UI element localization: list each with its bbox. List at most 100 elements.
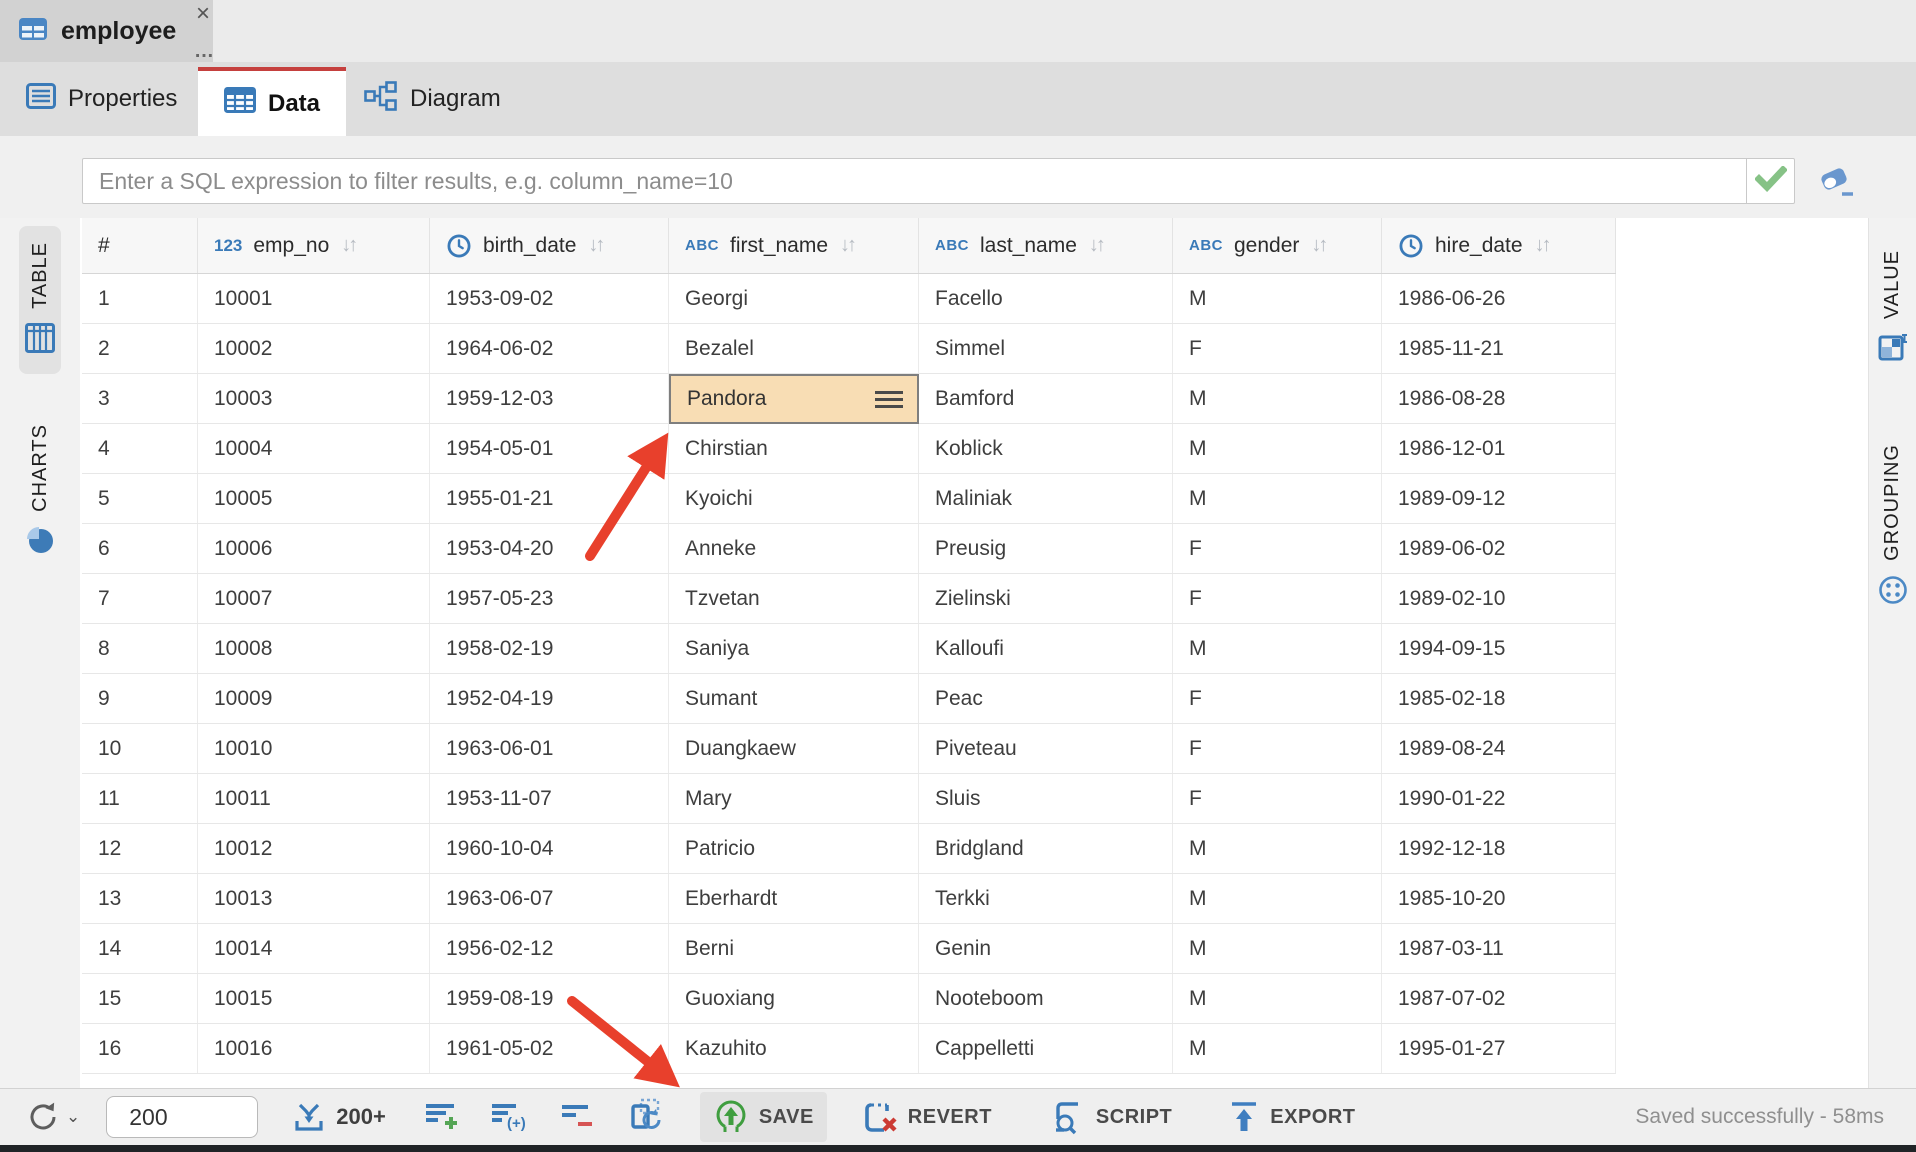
cell-birth_date[interactable]: 1964-06-02 [430,324,669,373]
cell-gender[interactable]: F [1173,574,1382,623]
cell-birth_date[interactable]: 1963-06-07 [430,874,669,923]
cell-gender[interactable]: F [1173,524,1382,573]
tab-diagram[interactable]: Diagram [338,62,527,136]
paste-refresh-button[interactable] [628,1097,666,1138]
cell-birth_date[interactable]: 1960-10-04 [430,824,669,873]
cell-first_name[interactable]: Patricio [669,824,919,873]
selected-cell-first-name[interactable]: Pandora [669,374,919,424]
more-options-icon[interactable]: … [194,40,215,63]
cell-row_num[interactable]: 11 [82,774,198,823]
cell-emp_no[interactable]: 10016 [198,1024,430,1073]
cell-row_num[interactable]: 13 [82,874,198,923]
fetch-size-input[interactable] [106,1096,258,1138]
panel-tab-grouping[interactable]: GROUPING [1872,428,1914,626]
cell-emp_no[interactable]: 10011 [198,774,430,823]
cell-first_name[interactable]: Kyoichi [669,474,919,523]
cell-row_num[interactable]: 10 [82,724,198,773]
refresh-button[interactable]: ⌄ [24,1098,80,1136]
cell-hire_date[interactable]: 1985-11-21 [1382,324,1616,373]
cell-last_name[interactable]: Facello [919,274,1173,323]
cell-last_name[interactable]: Bamford [919,374,1173,423]
cell-emp_no[interactable]: 10004 [198,424,430,473]
tab-properties[interactable]: Properties [0,62,203,136]
cell-first_name[interactable]: Eberhardt [669,874,919,923]
panel-tab-value[interactable]: VALUE [1872,234,1914,384]
cell-hire_date[interactable]: 1987-07-02 [1382,974,1616,1023]
cell-row_num[interactable]: 14 [82,924,198,973]
sort-icon[interactable]: ↓↑ [1311,234,1325,257]
cell-gender[interactable]: M [1173,374,1382,423]
cell-emp_no[interactable]: 10007 [198,574,430,623]
cell-last_name[interactable]: Zielinski [919,574,1173,623]
cell-last_name[interactable]: Kalloufi [919,624,1173,673]
cell-gender[interactable]: F [1173,724,1382,773]
cell-first_name[interactable]: Georgi [669,274,919,323]
cell-birth_date[interactable]: 1959-12-03 [430,374,669,423]
close-icon[interactable]: × [196,2,210,26]
cell-birth_date[interactable]: 1958-02-19 [430,624,669,673]
cell-row_num[interactable]: 4 [82,424,198,473]
sort-icon[interactable]: ↓↑ [1089,234,1103,257]
cell-gender[interactable]: M [1173,874,1382,923]
cell-emp_no[interactable]: 10008 [198,624,430,673]
revert-button[interactable]: REVERT [849,1092,1005,1142]
column-header-gender[interactable]: ABCgender↓↑ [1173,218,1382,273]
cell-first_name[interactable]: Anneke [669,524,919,573]
cell-last_name[interactable]: Genin [919,924,1173,973]
cell-first_name[interactable]: Guoxiang [669,974,919,1023]
cell-birth_date[interactable]: 1955-01-21 [430,474,669,523]
cell-hire_date[interactable]: 1990-01-22 [1382,774,1616,823]
sql-filter-input[interactable] [83,159,1746,203]
cell-emp_no[interactable]: 10013 [198,874,430,923]
cell-row_num[interactable]: 8 [82,624,198,673]
cell-hire_date[interactable]: 1986-08-28 [1382,374,1616,423]
cell-birth_date[interactable]: 1956-02-12 [430,924,669,973]
cell-first_name[interactable]: Mary [669,774,919,823]
cell-row_num[interactable]: 2 [82,324,198,373]
cell-last_name[interactable]: Simmel [919,324,1173,373]
panel-tab-table[interactable]: TABLE [19,226,61,374]
cell-last_name[interactable]: Maliniak [919,474,1173,523]
column-header-emp_no[interactable]: 123emp_no↓↑ [198,218,430,273]
cell-hire_date[interactable]: 1989-06-02 [1382,524,1616,573]
cell-first_name[interactable]: Bezalel [669,324,919,373]
cell-first_name[interactable]: Berni [669,924,919,973]
column-header-first_name[interactable]: ABCfirst_name↓↑ [669,218,919,273]
cell-last_name[interactable]: Preusig [919,524,1173,573]
cell-birth_date[interactable]: 1957-05-23 [430,574,669,623]
cell-menu-icon[interactable] [875,387,903,412]
cell-row_num[interactable]: 7 [82,574,198,623]
cell-last_name[interactable]: Peac [919,674,1173,723]
cell-gender[interactable]: M [1173,824,1382,873]
cell-row_num[interactable]: 12 [82,824,198,873]
cell-emp_no[interactable]: 10012 [198,824,430,873]
cell-gender[interactable]: M [1173,974,1382,1023]
cell-gender[interactable]: M [1173,424,1382,473]
cell-hire_date[interactable]: 1994-09-15 [1382,624,1616,673]
cell-emp_no[interactable]: 10015 [198,974,430,1023]
cell-hire_date[interactable]: 1989-02-10 [1382,574,1616,623]
cell-first_name[interactable]: Kazuhito [669,1024,919,1073]
sort-icon[interactable]: ↓↑ [1535,234,1549,257]
sort-icon[interactable]: ↓↑ [341,234,355,257]
cell-first_name[interactable]: Saniya [669,624,919,673]
cell-gender[interactable]: F [1173,774,1382,823]
cell-emp_no[interactable]: 10005 [198,474,430,523]
delete-row-button[interactable] [560,1099,596,1136]
export-button[interactable]: EXPORT [1215,1092,1368,1142]
cell-last_name[interactable]: Cappelletti [919,1024,1173,1073]
cell-hire_date[interactable]: 1986-12-01 [1382,424,1616,473]
tab-data[interactable]: Data [198,67,346,136]
cell-emp_no[interactable]: 10006 [198,524,430,573]
cell-emp_no[interactable]: 10009 [198,674,430,723]
duplicate-row-button[interactable]: (+) [490,1099,530,1136]
cell-first_name[interactable]: Chirstian [669,424,919,473]
cell-hire_date[interactable]: 1987-03-11 [1382,924,1616,973]
cell-birth_date[interactable]: 1954-05-01 [430,424,669,473]
add-row-button[interactable] [424,1099,460,1136]
editor-tab-employee[interactable]: employee [0,0,213,62]
sort-icon[interactable]: ↓↑ [588,234,602,257]
fetch-more-button[interactable]: 200+ [292,1101,386,1133]
clear-filter-button[interactable] [1816,163,1856,201]
cell-last_name[interactable]: Sluis [919,774,1173,823]
